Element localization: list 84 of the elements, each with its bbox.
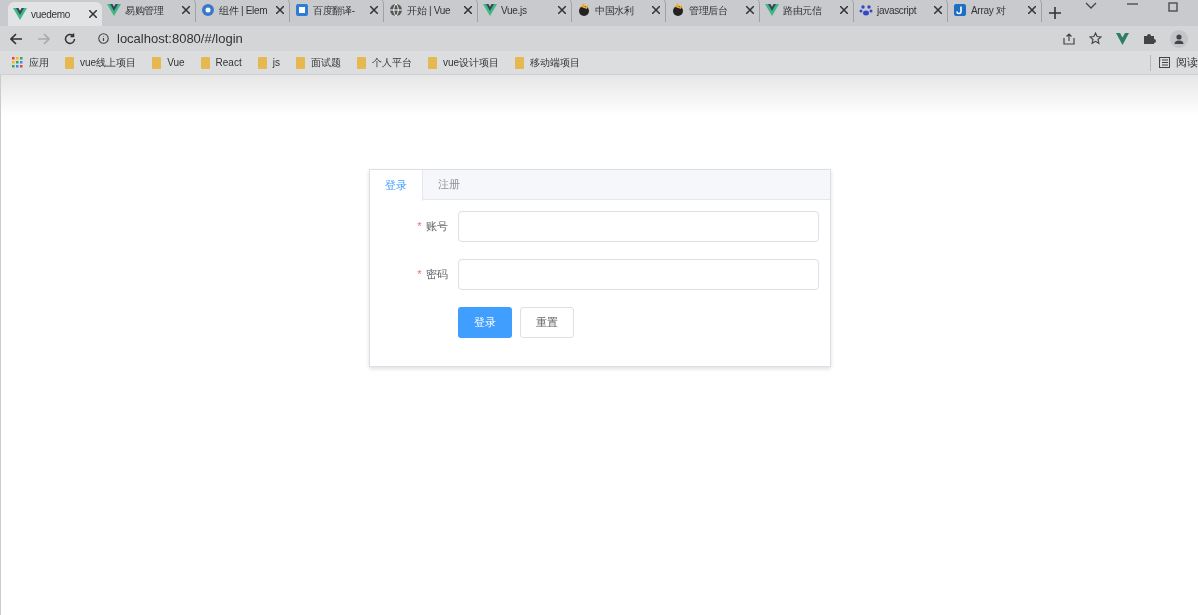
v-logo-icon[interactable]: [1116, 32, 1129, 45]
browser-tab[interactable]: 开始 | Vue: [384, 0, 478, 22]
puzzle-icon[interactable]: [1143, 32, 1156, 45]
square-logo-icon: [295, 3, 309, 17]
browser-tab[interactable]: 管理后台: [666, 0, 760, 22]
globe-icon: [389, 3, 403, 17]
browser-tab[interactable]: 百度翻译-: [290, 0, 384, 22]
required-mark: *: [417, 219, 422, 235]
paw-icon: [859, 3, 873, 17]
maximize-icon[interactable]: [1168, 2, 1178, 12]
browser-tab[interactable]: 中国水利: [572, 0, 666, 22]
address-bar[interactable]: localhost:8080/#/login: [117, 28, 243, 49]
reading-list-label[interactable]: 阅读: [1176, 54, 1198, 71]
browser-tab[interactable]: Array 对: [948, 0, 1042, 22]
reload-icon[interactable]: [64, 32, 76, 45]
bookmark-item[interactable]: Vue: [167, 55, 185, 70]
close-icon[interactable]: [934, 6, 942, 14]
browser-tab[interactable]: 路由元信: [760, 0, 854, 22]
folder-icon: [65, 56, 74, 69]
folder-icon: [295, 56, 305, 69]
info-icon[interactable]: [98, 33, 109, 44]
close-icon[interactable]: [276, 6, 284, 14]
close-icon[interactable]: [652, 6, 660, 14]
minimize-icon[interactable]: [1127, 2, 1138, 8]
browser-tab[interactable]: vuedemo: [8, 2, 102, 26]
reset-button[interactable]: 重置: [519, 307, 574, 338]
tab-title: 组件 | Elem: [219, 3, 269, 18]
browser-tab[interactable]: javascript: [854, 0, 948, 22]
close-icon[interactable]: [746, 6, 754, 14]
folder-icon: [356, 56, 366, 69]
v-logo-icon: [483, 3, 497, 17]
v-logo-icon: [107, 3, 121, 17]
flame-icon: [577, 3, 591, 17]
folder-icon: [200, 56, 210, 69]
disc-icon: [201, 3, 215, 17]
field-label: 账号: [425, 219, 448, 235]
tab-title: vuedemo: [31, 7, 72, 22]
close-icon[interactable]: [182, 6, 190, 14]
reading-list-icon[interactable]: [1159, 57, 1170, 68]
close-icon[interactable]: [558, 6, 566, 14]
tab-title: 易购管理: [125, 3, 165, 18]
bookmark-item[interactable]: vue设计项目: [442, 55, 500, 70]
folder-icon: [515, 56, 525, 69]
bookmark-item[interactable]: 面试题: [310, 55, 341, 70]
flame-icon: [671, 3, 685, 17]
tab-title: 中国水利: [595, 3, 635, 18]
required-mark: *: [417, 267, 422, 283]
folder-icon: [257, 56, 267, 69]
tab-title: 开始 | Vue: [407, 3, 452, 18]
close-icon[interactable]: [464, 6, 472, 14]
bookmark-item[interactable]: 个人平台: [371, 55, 412, 70]
plus-icon: [1049, 7, 1061, 19]
close-icon[interactable]: [370, 6, 378, 14]
tab-title: Vue.js: [501, 3, 528, 18]
tab-title: 路由元信: [783, 3, 823, 18]
tab-title: 百度翻译-: [313, 3, 356, 18]
field-label: 密码: [425, 267, 448, 283]
chevron-down-icon[interactable]: [1085, 2, 1097, 10]
bookmark-item[interactable]: js: [272, 55, 280, 70]
star-icon[interactable]: [1089, 32, 1102, 45]
bookmark-item[interactable]: 应用: [29, 55, 49, 70]
tab-title: 管理后台: [689, 3, 729, 18]
folder-icon: [152, 56, 162, 69]
browser-tab[interactable]: Vue.js: [478, 0, 572, 22]
close-icon[interactable]: [1028, 6, 1036, 14]
folder-icon: [427, 56, 437, 69]
v-logo-icon: [13, 7, 27, 21]
profile-icon[interactable]: [1170, 29, 1188, 48]
back-arrow-icon[interactable]: [10, 32, 23, 45]
v-logo-icon: [765, 3, 779, 17]
bookmark-item[interactable]: vue线上项目: [80, 55, 137, 70]
browser-tab[interactable]: 易购管理: [102, 0, 196, 22]
tab-title: javascript: [877, 3, 918, 18]
bookmark-item[interactable]: React: [215, 55, 242, 70]
close-icon[interactable]: [840, 6, 848, 14]
bookmark-item[interactable]: 移动端项目: [530, 55, 581, 70]
letter-logo-icon: [953, 3, 967, 17]
apps-grid-icon[interactable]: [12, 57, 23, 68]
input-field[interactable]: [457, 259, 819, 290]
close-icon[interactable]: [89, 10, 97, 18]
share-icon[interactable]: [1063, 32, 1075, 45]
input-field[interactable]: [457, 211, 819, 242]
browser-tab[interactable]: 组件 | Elem: [196, 0, 290, 22]
tab-title: Array 对: [971, 3, 1007, 18]
